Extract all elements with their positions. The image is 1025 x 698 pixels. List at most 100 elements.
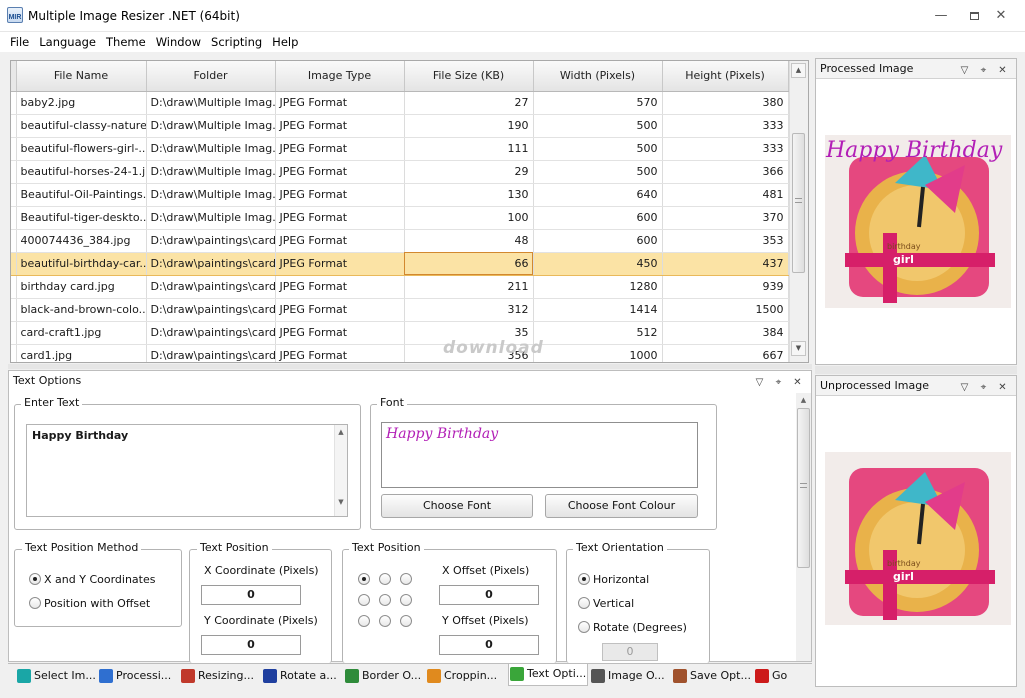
table-cell[interactable]: JPEG Format (275, 321, 405, 345)
table-cell[interactable]: baby2.jpg (16, 91, 147, 115)
table-cell[interactable]: JPEG Format (275, 206, 405, 230)
anchor-radio[interactable] (358, 573, 370, 585)
scroll-up-icon[interactable]: ▲ (796, 396, 811, 404)
pin-icon[interactable]: ⌖ (974, 61, 993, 80)
table-row[interactable]: beautiful-flowers-girl-... D:\draw\Multip… (11, 137, 789, 161)
anchor-radio[interactable] (379, 615, 391, 627)
table-cell[interactable]: 333 (662, 137, 789, 161)
tab-cropping[interactable]: Croppin... (426, 666, 506, 686)
table-cell[interactable]: beautiful-birthday-car... (16, 251, 147, 276)
tab-text-options[interactable]: Text Opti... (508, 664, 588, 686)
table-row[interactable]: Beautiful-Oil-Paintings... D:\draw\Multip… (11, 183, 789, 207)
vertical-radio[interactable] (578, 597, 590, 609)
table-cell[interactable]: 353 (662, 229, 789, 253)
scroll-down-icon[interactable]: ▼ (791, 341, 806, 356)
table-row[interactable]: card1.jpg D:\draw\paintings\cards JPEG For… (11, 344, 789, 362)
table-cell[interactable]: 1280 (533, 275, 663, 299)
table-cell[interactable]: 500 (533, 114, 663, 138)
enter-text-input[interactable]: Happy Birthday (26, 424, 348, 517)
table-row[interactable]: beautiful-classy-nature... D:\draw\Multip… (11, 114, 789, 138)
dropdown-icon[interactable]: ▽ (750, 373, 769, 392)
xy-coordinates-radio[interactable] (29, 573, 41, 585)
table-cell[interactable]: D:\draw\Multiple Imag... (146, 206, 276, 230)
table-cell[interactable]: 500 (533, 160, 663, 184)
table-cell[interactable]: beautiful-flowers-girl-... (16, 137, 147, 161)
table-cell[interactable]: JPEG Format (275, 114, 405, 138)
table-cell[interactable]: Beautiful-Oil-Paintings... (16, 183, 147, 207)
tab-select-images[interactable]: Select Im... (16, 666, 96, 686)
table-cell[interactable]: 100 (404, 206, 534, 230)
horizontal-radio[interactable] (578, 573, 590, 585)
table-row[interactable]: black-and-brown-colo... D:\draw\paintings… (11, 298, 789, 322)
anchor-radio[interactable] (400, 573, 412, 585)
menu-scripting[interactable]: Scripting (206, 33, 267, 51)
table-row[interactable]: birthday card.jpg D:\draw\paintings\cards… (11, 275, 789, 299)
x-offset-input[interactable]: 0 (439, 585, 539, 605)
anchor-radio[interactable] (379, 594, 391, 606)
table-cell[interactable]: 333 (662, 114, 789, 138)
side-splitter[interactable] (815, 366, 1017, 374)
pin-icon[interactable]: ⌖ (974, 378, 993, 397)
table-cell[interactable]: 48 (404, 229, 534, 253)
table-cell[interactable]: 1414 (533, 298, 663, 322)
table-cell[interactable]: 640 (533, 183, 663, 207)
text-options-scrollbar[interactable]: ▲ (796, 393, 811, 661)
rotate-degrees-input[interactable]: 0 (602, 643, 658, 661)
table-row[interactable]: 400074436_384.jpg D:\draw\paintings\cards… (11, 229, 789, 253)
y-coordinate-input[interactable]: 0 (201, 635, 301, 655)
table-cell[interactable]: JPEG Format (275, 344, 405, 362)
dropdown-icon[interactable]: ▽ (955, 378, 974, 397)
close-icon[interactable]: ✕ (993, 61, 1012, 80)
table-cell[interactable]: card1.jpg (16, 344, 147, 362)
table-cell[interactable]: 130 (404, 183, 534, 207)
tab-border[interactable]: Border O... (344, 666, 424, 686)
menu-file[interactable]: File (5, 33, 34, 51)
close-icon[interactable]: ✕ (993, 378, 1012, 397)
tab-save-options[interactable]: Save Opt... (672, 666, 752, 686)
scroll-up-icon[interactable]: ▲ (335, 428, 347, 436)
table-cell[interactable]: 570 (533, 91, 663, 115)
table-cell[interactable]: birthday card.jpg (16, 275, 147, 299)
table-cell[interactable]: JPEG Format (275, 160, 405, 184)
restore-icon[interactable] (961, 6, 987, 26)
table-row[interactable]: baby2.jpg D:\draw\Multiple Imag... JPEG Fo… (11, 91, 789, 115)
column-header[interactable]: Height (Pixels) (662, 61, 789, 92)
table-cell[interactable]: 450 (533, 251, 663, 276)
main-splitter[interactable] (8, 364, 812, 369)
anchor-radio[interactable] (358, 615, 370, 627)
table-row[interactable]: beautiful-birthday-car... D:\draw\paintin… (11, 251, 789, 276)
y-offset-input[interactable]: 0 (439, 635, 539, 655)
table-cell[interactable]: Beautiful-tiger-deskto... (16, 206, 147, 230)
table-cell[interactable]: 366 (662, 160, 789, 184)
scroll-thumb[interactable] (797, 408, 810, 568)
tab-resizing[interactable]: Resizing... (180, 666, 260, 686)
choose-font-colour-button[interactable]: Choose Font Colour (545, 494, 698, 518)
table-cell[interactable]: 312 (404, 298, 534, 322)
table-cell[interactable]: JPEG Format (275, 91, 405, 115)
tab-rotate[interactable]: Rotate a... (262, 666, 342, 686)
position-offset-radio[interactable] (29, 597, 41, 609)
rotate-radio[interactable] (578, 621, 590, 633)
table-cell[interactable]: 600 (533, 206, 663, 230)
table-row[interactable]: Beautiful-tiger-deskto... D:\draw\Multipl… (11, 206, 789, 230)
scroll-up-icon[interactable]: ▲ (791, 63, 806, 78)
minimize-icon[interactable]: — (928, 6, 954, 26)
table-cell[interactable]: JPEG Format (275, 298, 405, 322)
table-cell[interactable]: JPEG Format (275, 229, 405, 253)
table-cell[interactable]: D:\draw\Multiple Imag... (146, 114, 276, 138)
close-icon[interactable]: ✕ (788, 373, 807, 392)
table-cell[interactable]: D:\draw\paintings\cards (146, 275, 276, 299)
table-cell[interactable]: 600 (533, 229, 663, 253)
table-cell[interactable]: D:\draw\paintings\cards (146, 321, 276, 345)
grid-vertical-scrollbar[interactable]: ▲ ▼ (789, 61, 808, 362)
table-cell[interactable]: JPEG Format (275, 251, 405, 276)
table-cell[interactable]: black-and-brown-colo... (16, 298, 147, 322)
table-cell[interactable]: D:\draw\paintings\cards (146, 298, 276, 322)
scroll-down-icon[interactable]: ▼ (335, 498, 347, 506)
column-header[interactable]: File Size (KB) (404, 61, 534, 92)
column-header[interactable]: Width (Pixels) (533, 61, 663, 92)
menu-help[interactable]: Help (267, 33, 303, 51)
table-cell[interactable]: 27 (404, 91, 534, 115)
tab-image-options[interactable]: Image O... (590, 666, 670, 686)
table-row[interactable]: beautiful-horses-24-1.j... D:\draw\Multip… (11, 160, 789, 184)
